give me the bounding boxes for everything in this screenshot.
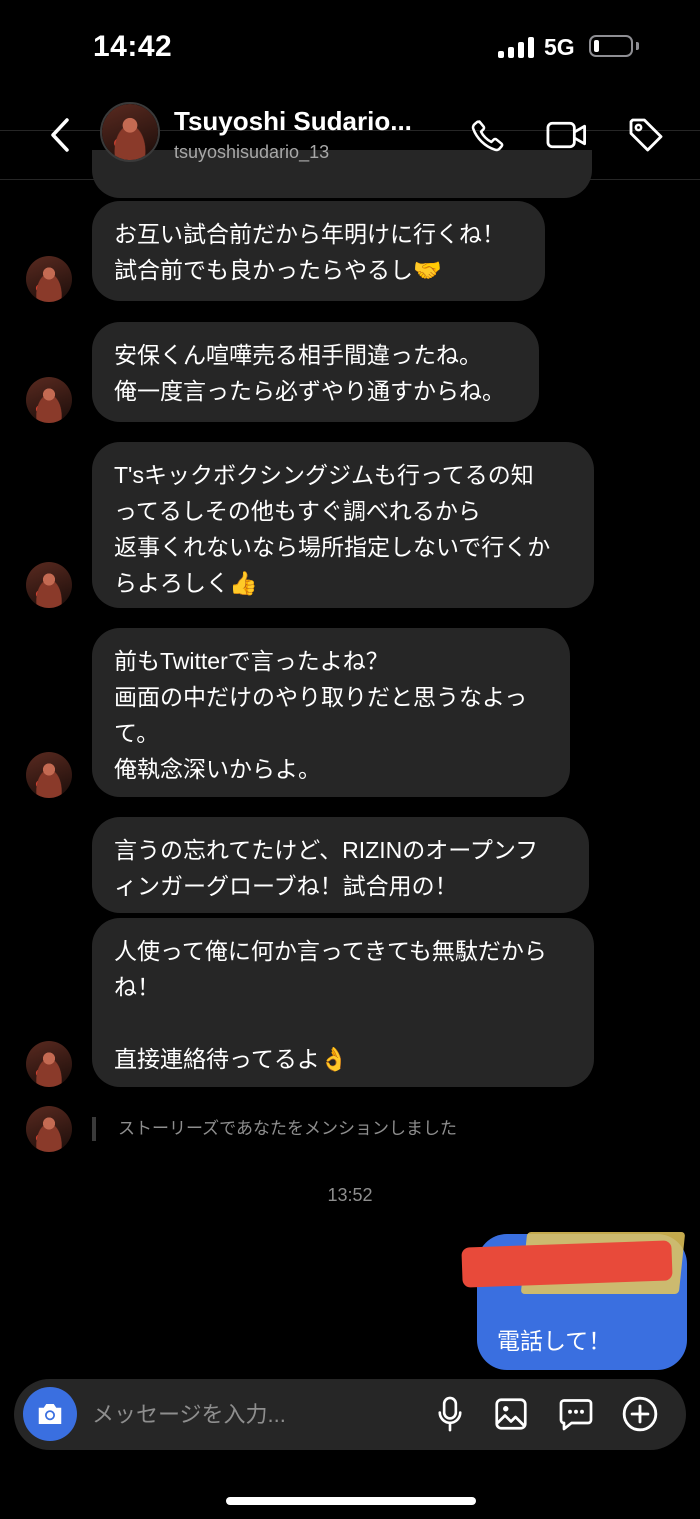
status-bar: 14:42 5G <box>0 0 700 95</box>
contact-username: tsuyoshisudario_13 <box>174 142 330 162</box>
chat-timestamp: 13:52 <box>327 1185 373 1205</box>
sender-avatar[interactable] <box>26 1041 72 1087</box>
network-type: 5G <box>544 34 575 60</box>
message-text: T'sキックボクシングジムも行ってるの知 ってるしその他もすぐ調べれるから 返事… <box>114 462 551 596</box>
chat-bubble-icon <box>559 1399 593 1431</box>
signal-icon <box>498 36 534 58</box>
phone-icon <box>471 120 504 152</box>
sender-avatar[interactable] <box>26 1106 72 1152</box>
back-button[interactable] <box>42 113 78 157</box>
battery-icon <box>589 35 633 57</box>
outgoing-message-text: 電話して！ <box>497 1328 612 1354</box>
gallery-button[interactable] <box>489 1392 533 1436</box>
back-icon <box>51 118 69 152</box>
redaction-mark <box>461 1240 673 1288</box>
message-text: お互い試合前だから年明けに行くね！ 試合前でも良かったらやるし🤝 <box>114 221 505 283</box>
video-icon <box>546 121 586 149</box>
message-input[interactable] <box>90 1397 394 1433</box>
message-text: 安保くん喧嘩売る相手間違ったね。 俺一度言ったら必ずやり通すからね。 <box>114 342 505 404</box>
video-call-button[interactable] <box>545 113 589 157</box>
contact-name[interactable]: Tsuyoshi Sudario... <box>174 106 412 137</box>
plus-circle-icon <box>622 1396 658 1432</box>
camera-icon <box>38 1404 62 1424</box>
voice-message-button[interactable] <box>428 1392 472 1436</box>
status-time: 14:42 <box>93 30 173 63</box>
message-bubble[interactable]: 前もTwitterで言ったよね？ 画面の中だけのやり取りだと思うなよっ て。 俺… <box>92 628 570 797</box>
sender-avatar[interactable] <box>26 377 72 423</box>
home-indicator <box>226 1497 476 1505</box>
tag-button[interactable] <box>624 113 668 157</box>
sticker-button[interactable] <box>554 1392 598 1436</box>
battery-tip <box>636 42 639 50</box>
story-mention-notice[interactable]: ストーリーズであなたをメンションしました <box>92 1117 457 1141</box>
image-icon <box>495 1398 527 1430</box>
message-text: 言うの忘れてたけど、RIZINのオープンフ ィンガーグローブね！試合用の！ <box>114 837 539 899</box>
message-text: 前もTwitterで言ったよね？ 画面の中だけのやり取りだと思うなよっ て。 俺… <box>114 648 528 782</box>
tag-icon <box>629 118 663 152</box>
message-text: 人使って俺に何か言ってきても無駄だから ね！ 直接連絡待ってるよ👌 <box>114 938 547 1072</box>
message-bubble[interactable]: 安保くん喧嘩売る相手間違ったね。 俺一度言ったら必ずやり通すからね。 <box>92 322 539 422</box>
camera-button[interactable] <box>23 1387 77 1441</box>
microphone-icon <box>438 1396 462 1432</box>
message-bubble[interactable]: お互い試合前だから年明けに行くね！ 試合前でも良かったらやるし🤝 <box>92 201 545 301</box>
sender-avatar[interactable] <box>26 562 72 608</box>
avatar-image <box>102 104 158 160</box>
chat-header: Tsuyoshi Sudario... tsuyoshisudario_13 <box>0 95 700 180</box>
sender-avatar[interactable] <box>26 752 72 798</box>
voice-call-button[interactable] <box>466 113 510 157</box>
more-button[interactable] <box>618 1392 662 1436</box>
message-bubble[interactable]: T'sキックボクシングジムも行ってるの知 ってるしその他もすぐ調べれるから 返事… <box>92 442 594 608</box>
outgoing-message-bubble[interactable]: 電話して！ <box>461 1232 687 1370</box>
message-bubble[interactable]: 人使って俺に何か言ってきても無駄だから ね！ 直接連絡待ってるよ👌 <box>92 918 594 1087</box>
message-composer <box>14 1379 686 1450</box>
message-bubble[interactable]: 言うの忘れてたけど、RIZINのオープンフ ィンガーグローブね！試合用の！ <box>92 817 589 913</box>
header-avatar[interactable] <box>100 102 160 162</box>
sender-avatar[interactable] <box>26 256 72 302</box>
